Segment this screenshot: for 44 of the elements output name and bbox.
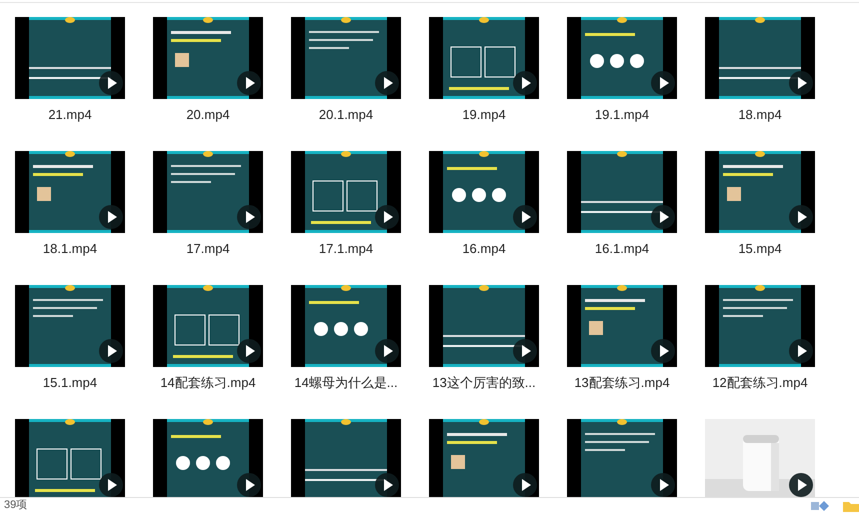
play-icon[interactable] xyxy=(375,473,399,497)
file-name: 16.1.mp4 xyxy=(594,241,650,257)
item-count: 39项 xyxy=(4,499,28,512)
play-icon[interactable] xyxy=(375,339,399,363)
file-name: 18.1.mp4 xyxy=(42,241,98,257)
play-icon[interactable] xyxy=(99,71,123,95)
view-toggle-icon[interactable] xyxy=(811,500,829,510)
play-icon[interactable] xyxy=(789,339,813,363)
file-name: 14螺母为什么是... xyxy=(294,375,398,391)
play-icon[interactable] xyxy=(375,205,399,229)
file-name: 14配套练习.mp4 xyxy=(160,375,256,391)
play-icon[interactable] xyxy=(513,205,537,229)
play-icon[interactable] xyxy=(375,71,399,95)
file-name: 20.1.mp4 xyxy=(318,107,374,123)
file-name: 20.mp4 xyxy=(186,107,230,123)
file-name: 15.1.mp4 xyxy=(42,375,98,391)
play-icon[interactable] xyxy=(237,71,261,95)
play-icon[interactable] xyxy=(237,339,261,363)
file-name: 18.mp4 xyxy=(738,107,782,123)
play-icon[interactable] xyxy=(651,339,675,363)
file-name: 19.1.mp4 xyxy=(594,107,650,123)
play-icon[interactable] xyxy=(513,71,537,95)
file-name: 17.mp4 xyxy=(186,241,230,257)
file-name: 15.mp4 xyxy=(738,241,782,257)
file-name: 16.mp4 xyxy=(462,241,506,257)
play-icon[interactable] xyxy=(789,473,813,497)
play-icon[interactable] xyxy=(651,205,675,229)
file-name: 17.1.mp4 xyxy=(318,241,374,257)
play-icon[interactable] xyxy=(99,205,123,229)
file-name: 19.mp4 xyxy=(462,107,506,123)
play-icon[interactable] xyxy=(513,473,537,497)
play-icon[interactable] xyxy=(789,205,813,229)
file-name: 13这个厉害的致... xyxy=(432,375,536,391)
play-icon[interactable] xyxy=(789,71,813,95)
play-icon[interactable] xyxy=(651,71,675,95)
file-name: 12配套练习.mp4 xyxy=(712,375,808,391)
play-icon[interactable] xyxy=(651,473,675,497)
file-name: 13配套练习.mp4 xyxy=(574,375,670,391)
play-icon[interactable] xyxy=(513,339,537,363)
file-name: 21.mp4 xyxy=(48,107,92,123)
play-icon[interactable] xyxy=(99,339,123,363)
play-icon[interactable] xyxy=(99,473,123,497)
play-icon[interactable] xyxy=(237,473,261,497)
play-icon[interactable] xyxy=(237,205,261,229)
